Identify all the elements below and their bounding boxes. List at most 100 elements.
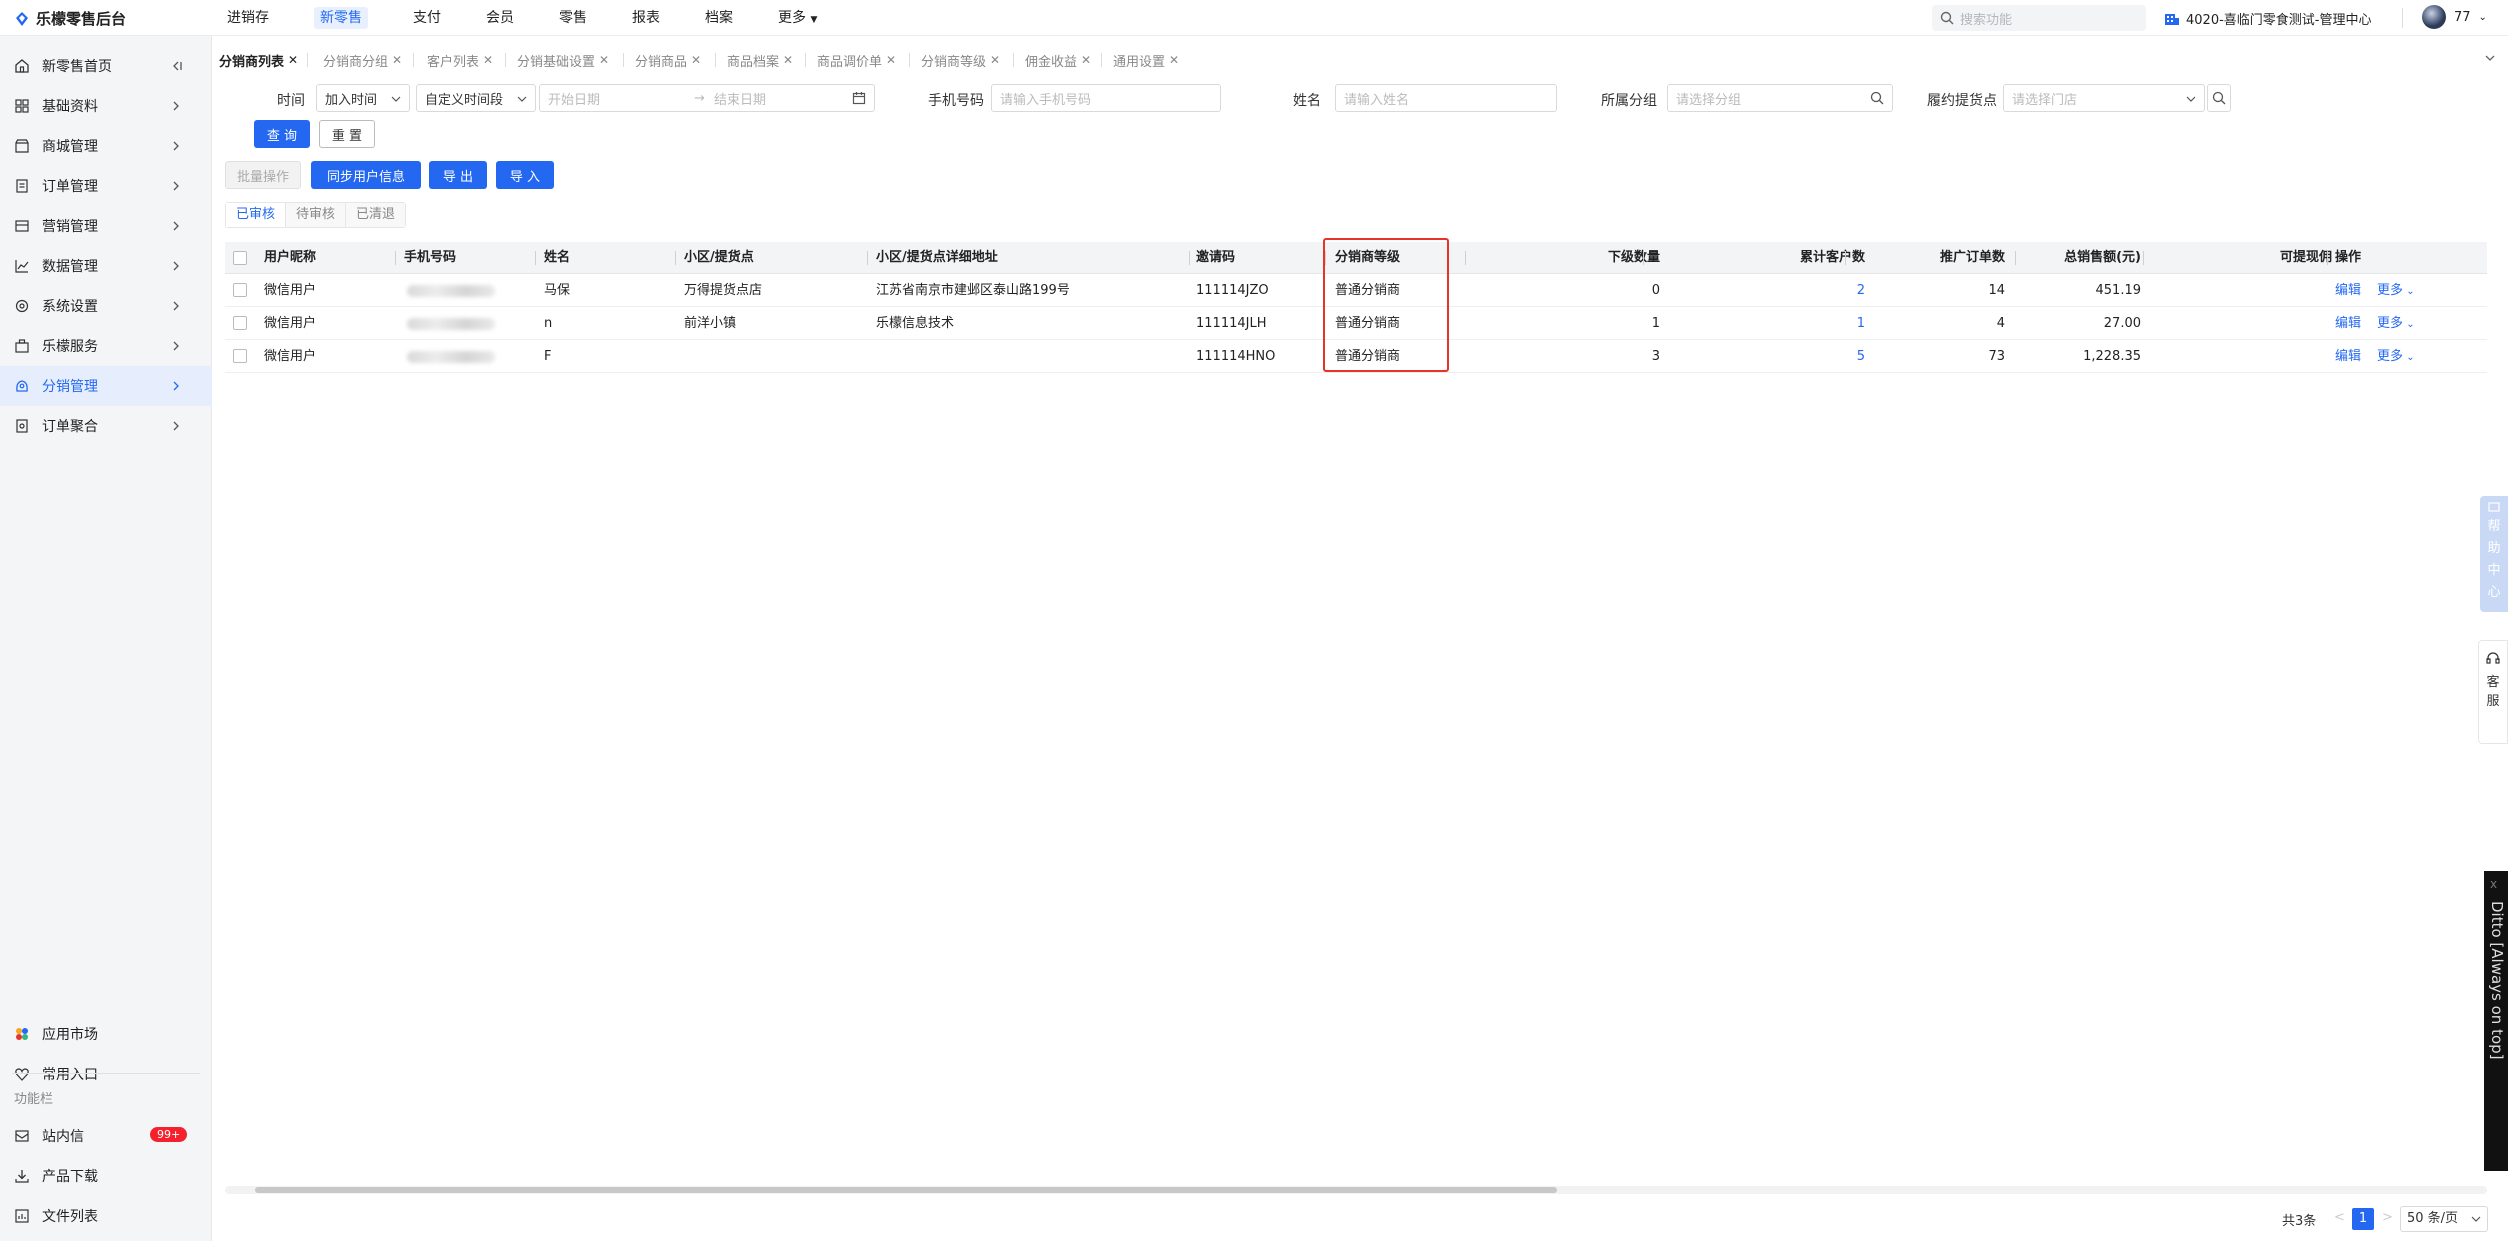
close-icon[interactable]: ✕ — [990, 53, 1000, 67]
ditto-window[interactable]: x Ditto [Always on top] — [2484, 871, 2508, 1171]
edit-link[interactable]: 编辑 — [2335, 274, 2361, 307]
chevron-down-icon: ⌄ — [2403, 286, 2415, 297]
batch-operation-button[interactable]: 批量操作 — [225, 161, 301, 189]
next-page-button[interactable]: > — [2382, 1210, 2393, 1225]
grid-icon — [15, 99, 29, 113]
tab-distribution-settings[interactable]: 分销基础设置 ✕ — [517, 48, 609, 72]
topnav-more[interactable]: 更多 ▼ — [767, 0, 828, 36]
sync-user-info-button[interactable]: 同步用户信息 — [311, 161, 421, 189]
sidebar-file-list[interactable]: 文件列表 — [0, 1196, 212, 1236]
sidebar-item-home[interactable]: 新零售首页 — [0, 46, 212, 86]
close-icon[interactable]: ✕ — [1081, 53, 1091, 67]
tab-commission[interactable]: 佣金收益 ✕ — [1025, 48, 1091, 72]
sidebar-item-orders[interactable]: 订单管理 — [0, 166, 212, 206]
time-range-select[interactable]: 自定义时间段 — [416, 84, 536, 112]
sidebar-item-mall[interactable]: 商城管理 — [0, 126, 212, 166]
tab-price-adjust[interactable]: 商品调价单 ✕ — [817, 48, 896, 72]
tab-distributor-level[interactable]: 分销商等级 ✕ — [921, 48, 1000, 72]
sidebar-item-data[interactable]: 数据管理 — [0, 246, 212, 286]
tab-distributor-list[interactable]: 分销商列表 ✕ — [219, 48, 298, 72]
more-link[interactable]: 更多 ⌄ — [2377, 307, 2415, 340]
tab-removed[interactable]: 已清退 — [346, 203, 406, 227]
row-checkbox[interactable] — [233, 283, 247, 297]
prev-page-button[interactable]: < — [2334, 1210, 2345, 1225]
topnav-retail[interactable]: 零售 — [548, 0, 598, 36]
app-logo[interactable]: 乐檬零售后台 — [14, 8, 126, 29]
tab-goods-archive[interactable]: 商品档案 ✕ — [727, 48, 793, 72]
name-input[interactable]: 请输入姓名 — [1335, 84, 1557, 112]
close-icon[interactable]: ✕ — [483, 53, 493, 67]
chevron-right-icon — [173, 301, 179, 311]
close-icon[interactable]: ✕ — [392, 53, 402, 67]
collapse-sidebar-icon[interactable] — [168, 58, 184, 74]
close-icon[interactable]: ✕ — [288, 53, 298, 67]
page-number-current[interactable]: 1 — [2352, 1208, 2374, 1230]
customer-count-link[interactable]: 2 — [1785, 274, 1865, 307]
export-button[interactable]: 导 出 — [429, 161, 487, 189]
pickup-label: 履约提货点 — [1927, 93, 1997, 109]
tab-general-settings[interactable]: 通用设置 ✕ — [1113, 48, 1179, 72]
close-icon[interactable]: x — [2490, 877, 2497, 891]
time-type-select[interactable]: 加入时间 — [316, 84, 410, 112]
avatar — [2422, 5, 2446, 29]
import-button[interactable]: 导 入 — [496, 161, 554, 189]
sidebar-item-distribution[interactable]: 分销管理 — [0, 366, 212, 406]
customer-count-link[interactable]: 5 — [1785, 340, 1865, 373]
query-button[interactable]: 查 询 — [254, 120, 310, 148]
function-search[interactable]: 搜索功能 — [1932, 5, 2146, 31]
row-checkbox[interactable] — [233, 316, 247, 330]
sidebar-item-basic-data[interactable]: 基础资料 — [0, 86, 212, 126]
scrollbar-thumb[interactable] — [255, 1187, 1557, 1193]
pickup-select[interactable]: 请选择门店 — [2003, 84, 2205, 112]
row-checkbox[interactable] — [233, 349, 247, 363]
topnav-jxc[interactable]: 进销存 — [216, 0, 280, 36]
more-link[interactable]: 更多 ⌄ — [2377, 274, 2415, 307]
tab-distributor-group[interactable]: 分销商分组 ✕ — [323, 48, 402, 72]
store-switcher[interactable]: 4020-喜临门零食测试-管理中心 — [2164, 9, 2371, 28]
topnav-pay[interactable]: 支付 — [402, 0, 452, 36]
sidebar-item-order-aggregate[interactable]: 订单聚合 — [0, 406, 212, 446]
more-link[interactable]: 更多 ⌄ — [2377, 340, 2415, 373]
topnav-member[interactable]: 会员 — [475, 0, 525, 36]
chevron-down-icon[interactable] — [2482, 50, 2498, 66]
edit-link[interactable]: 编辑 — [2335, 340, 2361, 373]
topnav-archive[interactable]: 档案 — [694, 0, 744, 36]
close-icon[interactable]: ✕ — [886, 53, 896, 67]
page-size-select[interactable]: 50 条/页 — [2400, 1206, 2488, 1232]
close-icon[interactable]: ✕ — [599, 53, 609, 67]
close-icon[interactable]: ✕ — [691, 53, 701, 67]
start-date-input[interactable]: 开始日期 — [548, 89, 600, 108]
sidebar-item-marketing[interactable]: 营销管理 — [0, 206, 212, 246]
date-range-picker[interactable]: 开始日期 → 结束日期 — [539, 84, 875, 112]
sidebar-inbox[interactable]: 站内信 99+ — [0, 1116, 212, 1156]
reset-button[interactable]: 重 置 — [319, 120, 375, 148]
horizontal-scrollbar[interactable] — [225, 1186, 2487, 1194]
top-divider — [2402, 8, 2403, 28]
user-menu[interactable]: 77 ⌄ — [2422, 5, 2487, 29]
tab-approved[interactable]: 已审核 — [226, 203, 287, 227]
group-select[interactable]: 请选择分组 — [1667, 84, 1893, 112]
chevron-down-icon: ⌄ — [2403, 319, 2415, 330]
col-pickup: 小区/提货点 — [684, 250, 754, 265]
tab-distribution-goods[interactable]: 分销商品 ✕ — [635, 48, 701, 72]
customer-count-link[interactable]: 1 — [1785, 307, 1865, 340]
edit-link[interactable]: 编辑 — [2335, 307, 2361, 340]
pickup-search-button[interactable] — [2207, 84, 2231, 112]
close-icon[interactable]: ✕ — [1169, 53, 1179, 67]
sidebar-app-market[interactable]: 应用市场 — [0, 1014, 212, 1054]
search-icon — [1940, 11, 1954, 25]
help-center-button[interactable]: 帮 助 中 心 — [2480, 496, 2508, 612]
sidebar-item-service[interactable]: 乐檬服务 — [0, 326, 212, 366]
close-icon[interactable]: ✕ — [783, 53, 793, 67]
select-all-checkbox[interactable] — [233, 251, 247, 265]
tab-customer-list[interactable]: 客户列表 ✕ — [427, 48, 493, 72]
sidebar-item-settings[interactable]: 系统设置 — [0, 286, 212, 326]
customer-service-button[interactable]: 客 服 — [2478, 640, 2508, 744]
end-date-input[interactable]: 结束日期 — [714, 89, 766, 108]
topnav-report[interactable]: 报表 — [621, 0, 671, 36]
phone-input[interactable]: 请输入手机号码 — [991, 84, 1221, 112]
sidebar-download[interactable]: 产品下载 — [0, 1156, 212, 1196]
topnav-new-retail[interactable]: 新零售 — [303, 0, 379, 36]
tab-pending[interactable]: 待审核 — [286, 203, 347, 227]
col-subordinates: 下级数量 — [1607, 250, 1660, 265]
